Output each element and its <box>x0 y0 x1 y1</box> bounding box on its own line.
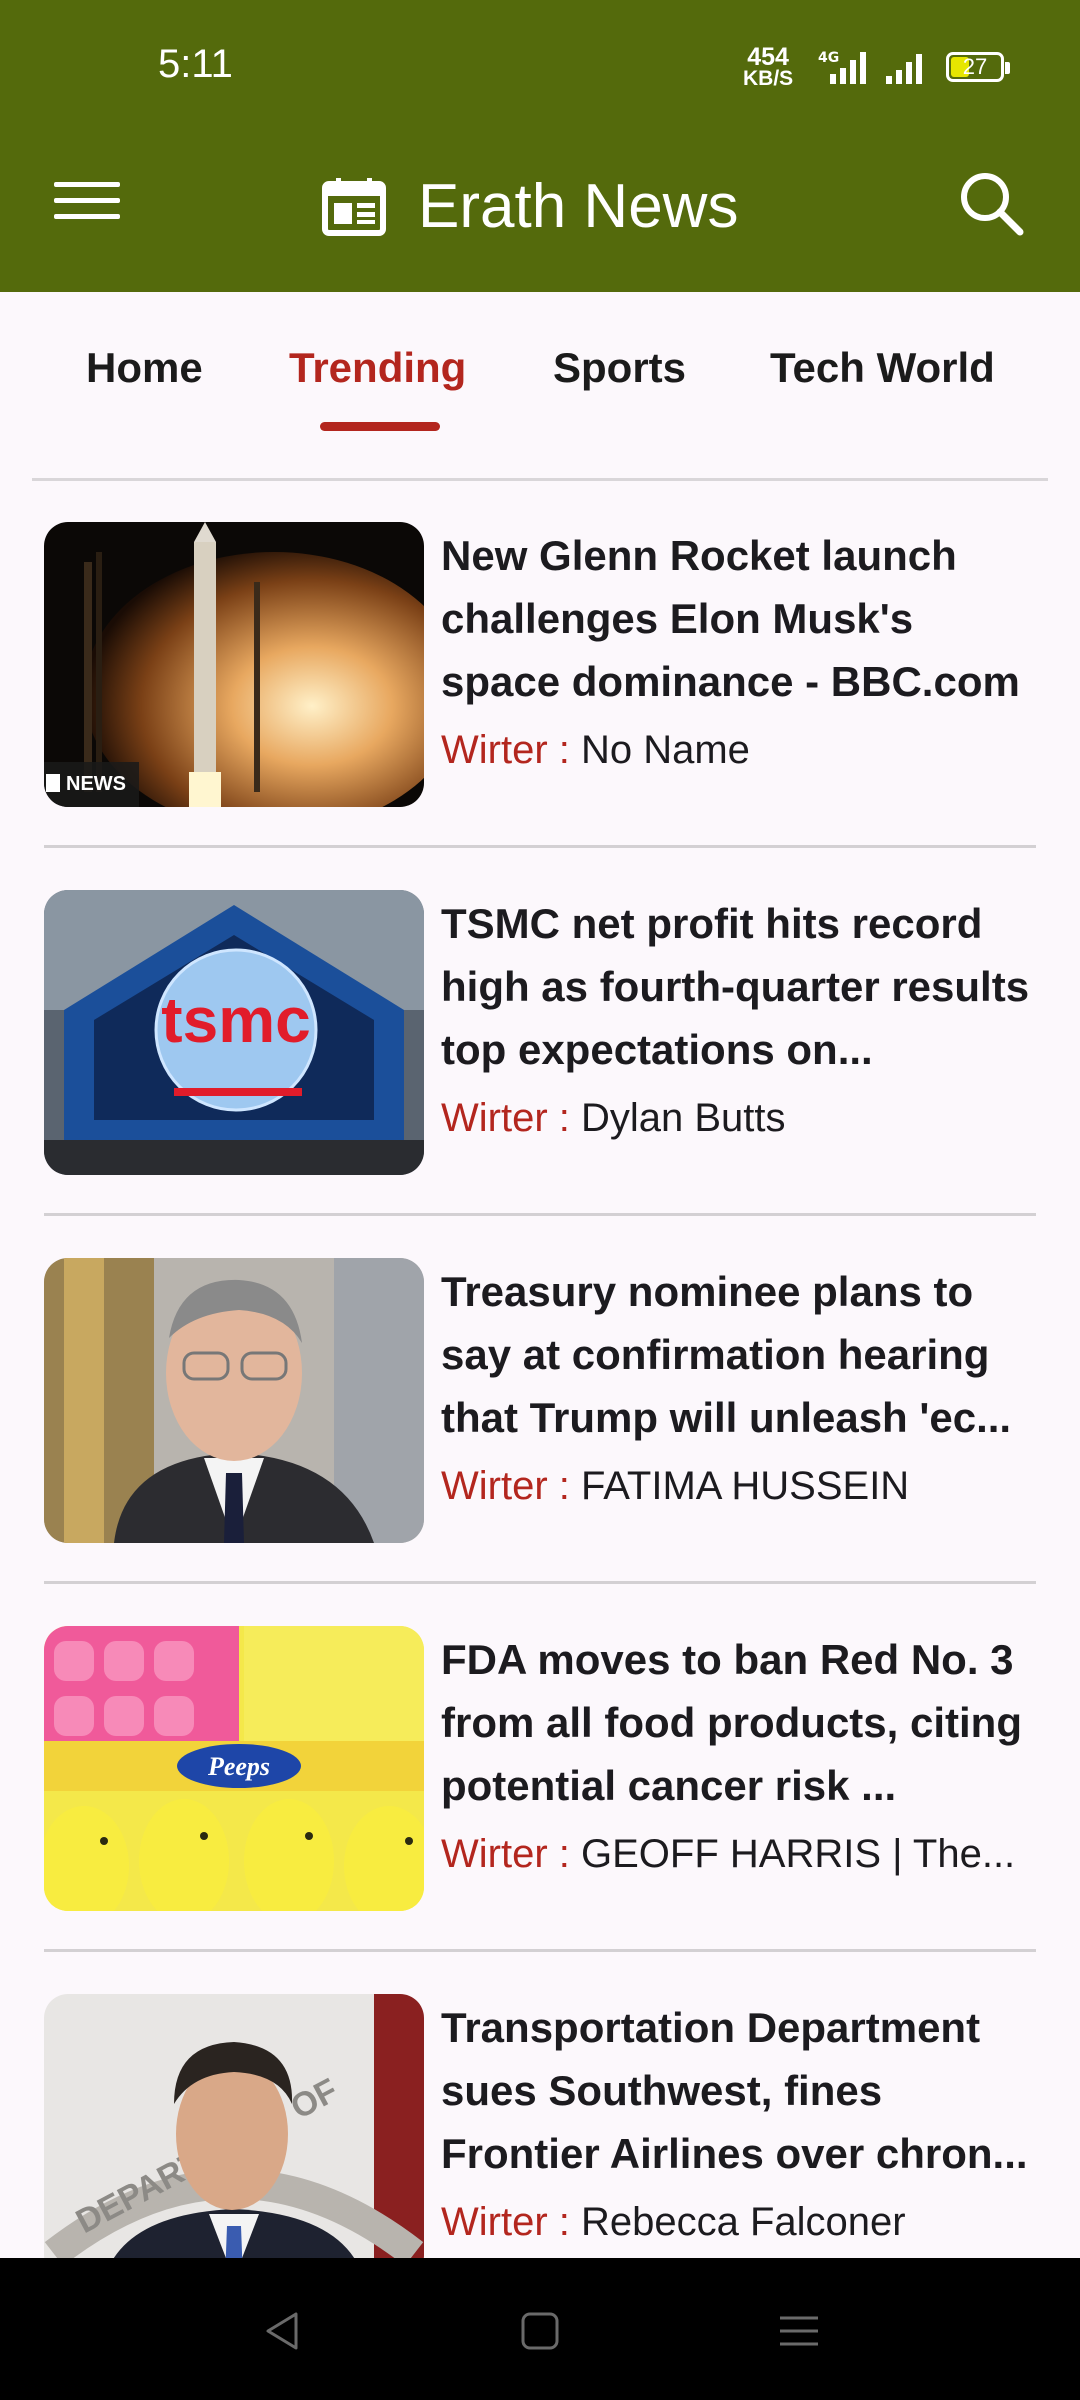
writer-name: GEOFF HARRIS | The... <box>580 1832 1016 1876</box>
status-time: 5:11 <box>158 42 233 86</box>
article-image[interactable]: tsmc <box>44 890 424 1175</box>
tab-tech-world[interactable]: Tech World <box>770 344 995 392</box>
search-icon[interactable] <box>958 170 1024 236</box>
active-tab-indicator <box>320 422 440 431</box>
writer-name: No Name <box>580 728 750 772</box>
writer-label: Wirter <box>441 1832 548 1876</box>
hamburger-menu-icon[interactable] <box>54 182 122 222</box>
article-card[interactable]: tsmc TSMC net profit hits record high as… <box>44 848 1036 1216</box>
writer-label: Wirter <box>441 1096 548 1140</box>
article-writer: Wirter : Rebecca Falconer <box>441 2200 1037 2245</box>
writer-name: Dylan Butts <box>580 1096 786 1140</box>
article-title[interactable]: TSMC net profit hits record high as four… <box>441 892 1037 1081</box>
article-image[interactable] <box>44 1258 424 1543</box>
category-tabs: Home Trending Sports Tech World <box>0 292 1080 480</box>
article-list[interactable]: NEWS New Glenn Rocket launch challenges … <box>0 480 1080 2258</box>
image-caption: Peeps <box>207 1752 270 1781</box>
article-card[interactable]: Peeps FDA moves to ban Red No. 3 from al… <box>44 1584 1036 1952</box>
app-title: Erath News <box>418 171 739 241</box>
article-title[interactable]: Transportation Department sues Southwest… <box>441 1996 1037 2185</box>
system-nav-bar <box>0 2258 1080 2400</box>
article-title[interactable]: New Glenn Rocket launch challenges Elon … <box>441 524 1037 713</box>
writer-label: Wirter <box>441 1464 548 1508</box>
writer-label: Wirter <box>441 728 548 772</box>
writer-separator: : <box>547 1464 581 1508</box>
app-bar: 5:11 454 KB/S 4G 27 Erath News <box>0 0 1080 292</box>
status-bar: 5:11 454 KB/S 4G 27 <box>0 0 1080 140</box>
signal-4g-icon: 4G <box>818 50 866 84</box>
back-triangle-icon[interactable] <box>258 2306 308 2356</box>
newspaper-icon <box>322 178 386 236</box>
tab-trending[interactable]: Trending <box>289 344 466 392</box>
article-writer: Wirter : FATIMA HUSSEIN <box>441 1464 1037 1509</box>
net-speed-unit: KB/S <box>743 67 794 90</box>
home-square-icon[interactable] <box>515 2306 565 2356</box>
app-title-group: Erath News <box>322 168 738 244</box>
writer-label: Wirter <box>441 2200 548 2244</box>
article-title[interactable]: FDA moves to ban Red No. 3 from all food… <box>441 1628 1037 1817</box>
writer-separator: : <box>547 728 581 772</box>
writer-name: Rebecca Falconer <box>580 2200 906 2244</box>
signal-icon <box>886 54 922 84</box>
image-caption: tsmc <box>161 984 310 1056</box>
image-caption: NEWS <box>66 773 126 795</box>
writer-separator: : <box>547 1832 581 1876</box>
tab-sports[interactable]: Sports <box>553 344 686 392</box>
article-card[interactable]: Treasury nominee plans to say at confirm… <box>44 1216 1036 1584</box>
article-writer: Wirter : No Name <box>441 728 1037 773</box>
net-speed: 454 KB/S <box>743 43 794 90</box>
writer-name: FATIMA HUSSEIN <box>580 1464 910 1508</box>
article-image[interactable]: DEPARTMENT OF <box>44 1994 424 2258</box>
writer-separator: : <box>547 2200 581 2244</box>
article-card[interactable]: NEWS New Glenn Rocket launch challenges … <box>44 480 1036 848</box>
battery-level: 27 <box>962 54 988 79</box>
network-type: 4G <box>818 50 839 66</box>
article-image[interactable]: NEWS <box>44 522 424 807</box>
writer-separator: : <box>547 1096 581 1140</box>
article-writer: Wirter : Dylan Butts <box>441 1096 1037 1141</box>
net-speed-value: 454 <box>747 43 789 71</box>
article-title[interactable]: Treasury nominee plans to say at confirm… <box>441 1260 1037 1449</box>
article-writer: Wirter : GEOFF HARRIS | The... <box>441 1832 1037 1877</box>
article-card[interactable]: DEPARTMENT OF Transportation Department … <box>44 1952 1036 2258</box>
article-image[interactable]: Peeps <box>44 1626 424 1911</box>
recents-menu-icon[interactable] <box>774 2306 824 2356</box>
battery-icon: 27 <box>946 52 1010 82</box>
tab-home[interactable]: Home <box>86 344 203 392</box>
